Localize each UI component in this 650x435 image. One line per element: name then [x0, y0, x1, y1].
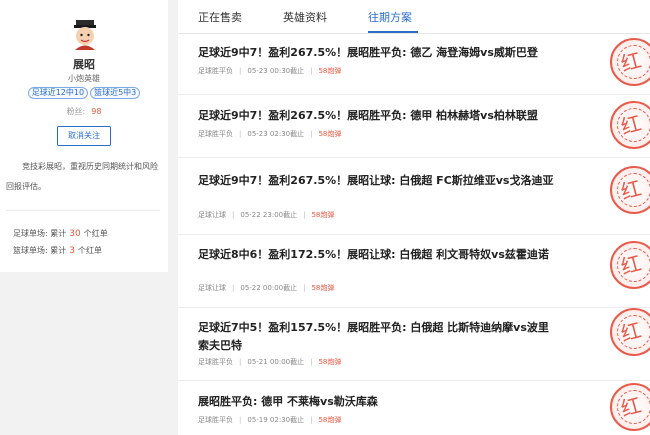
stat-football-value: 30	[69, 229, 81, 239]
list-item[interactable]: 展昭胜平负: 德甲 不莱梅vs勒沃库森 足球胜平负 | 05-19 02:30截止 |…	[178, 381, 650, 435]
profile-bio: 竞技彩展昭，重视历史同期统计和风险回报评估。	[6, 162, 158, 191]
fans-label: 粉丝:	[66, 107, 86, 116]
win-stamp-icon: 红	[610, 308, 650, 356]
item-meta: 足球让球 | 05-22 00:00截止 | 58炮弹	[198, 284, 335, 292]
tag-football-record: 足球近12中10	[27, 87, 89, 99]
item-deadline: 05-23 02:30截止	[247, 130, 305, 138]
tag-basketball-record: 篮球近5中3	[90, 87, 141, 99]
item-meta: 足球胜平负 | 05-23 02:30截止 | 58炮弹	[198, 130, 342, 138]
unfollow-button[interactable]: 取消关注	[57, 126, 111, 146]
stat-basketball-value: 3	[69, 246, 75, 256]
item-type: 足球胜平负	[198, 130, 233, 138]
profile-title: 小炮英雄	[68, 74, 100, 83]
fans-count-row: 粉丝: 98	[0, 106, 168, 117]
list-item[interactable]: 足球近9中7！盈利267.5%！展昭让球: 白俄超 FC斯拉维亚vs戈洛迪亚 足…	[178, 158, 650, 235]
item-meta: 足球胜平负 | 05-23 00:30截止 | 58炮弹	[198, 67, 342, 75]
fans-count: 98	[91, 107, 102, 116]
item-price: 58炮弹	[318, 358, 342, 366]
list-item[interactable]: 足球近8中6！盈利172.5%！展昭让球: 白俄超 利文哥特奴vs兹霍迪诺 足球…	[178, 235, 650, 308]
tab-hero-profile[interactable]: 英雄资料	[283, 9, 327, 25]
item-deadline: 05-19 02:30截止	[247, 416, 305, 424]
item-price: 58炮弹	[318, 67, 342, 75]
win-stamp-icon: 红	[610, 383, 650, 431]
item-title[interactable]: 足球近9中7！盈利267.5%！展昭胜平负: 德乙 海登海姆vs威斯巴登	[198, 44, 558, 62]
item-type: 足球胜平负	[198, 358, 233, 366]
item-meta: 足球让球 | 05-22 23:00截止 | 58炮弹	[198, 211, 335, 219]
avatar[interactable]	[68, 20, 102, 50]
win-stamp-icon: 红	[610, 38, 650, 86]
tab-bar: 正在售卖 英雄资料 往期方案	[178, 0, 650, 34]
item-type: 足球胜平负	[198, 67, 233, 75]
profile-tags: 足球近12中10 篮球近5中3	[0, 87, 168, 99]
list-item[interactable]: 足球近7中5！盈利157.5%！展昭胜平负: 白俄超 比斯特迪纳摩vs波里索夫巴…	[178, 308, 650, 381]
item-title[interactable]: 足球近7中5！盈利157.5%！展昭胜平负: 白俄超 比斯特迪纳摩vs波里索夫巴…	[198, 319, 558, 355]
item-title[interactable]: 足球近8中6！盈利172.5%！展昭让球: 白俄超 利文哥特奴vs兹霍迪诺	[198, 246, 558, 264]
win-stamp-icon: 红	[610, 166, 650, 214]
item-price: 58炮弹	[318, 416, 342, 424]
item-type: 足球让球	[198, 284, 226, 292]
main-panel: 正在售卖 英雄资料 往期方案 足球近9中7！盈利267.5%！展昭胜平负: 德乙…	[178, 0, 650, 435]
win-stamp-icon: 红	[610, 101, 650, 149]
item-deadline: 05-22 00:00截止	[240, 284, 298, 292]
item-title[interactable]: 足球近9中7！盈利267.5%！展昭让球: 白俄超 FC斯拉维亚vs戈洛迪亚	[198, 172, 558, 190]
tab-on-sale[interactable]: 正在售卖	[198, 9, 242, 25]
item-deadline: 05-23 00:30截止	[247, 67, 305, 75]
divider	[6, 210, 160, 211]
item-deadline: 05-22 23:00截止	[240, 211, 298, 219]
win-stamp-icon: 红	[610, 241, 650, 289]
profile-name: 展昭	[73, 58, 95, 71]
item-title[interactable]: 足球近9中7！盈利267.5%！展昭胜平负: 德甲 柏林赫塔vs柏林联盟	[198, 107, 558, 125]
list-item[interactable]: 足球近9中7！盈利267.5%！展昭胜平负: 德乙 海登海姆vs威斯巴登 足球胜…	[178, 34, 650, 95]
item-price: 58炮弹	[311, 284, 335, 292]
tab-past-plans[interactable]: 往期方案	[368, 9, 412, 25]
item-type: 足球让球	[198, 211, 226, 219]
stat-basketball: 篮球单场: 累计 3 个红单	[13, 246, 102, 256]
list-item[interactable]: 足球近9中7！盈利267.5%！展昭胜平负: 德甲 柏林赫塔vs柏林联盟 足球胜…	[178, 95, 650, 158]
item-deadline: 05-21 00:00截止	[247, 358, 305, 366]
stat-football: 足球单场: 累计 30 个红单	[13, 229, 108, 239]
item-price: 58炮弹	[311, 211, 335, 219]
tab-active-indicator	[368, 31, 418, 33]
item-price: 58炮弹	[318, 130, 342, 138]
profile-card: 展昭 小炮英雄 足球近12中10 篮球近5中3 粉丝: 98 取消关注 竞技彩展昭…	[0, 0, 168, 272]
item-title[interactable]: 展昭胜平负: 德甲 不莱梅vs勒沃库森	[198, 393, 558, 411]
item-meta: 足球胜平负 | 05-21 00:00截止 | 58炮弹	[198, 358, 342, 366]
item-type: 足球胜平负	[198, 416, 233, 424]
item-meta: 足球胜平负 | 05-19 02:30截止 | 58炮弹	[198, 416, 342, 424]
